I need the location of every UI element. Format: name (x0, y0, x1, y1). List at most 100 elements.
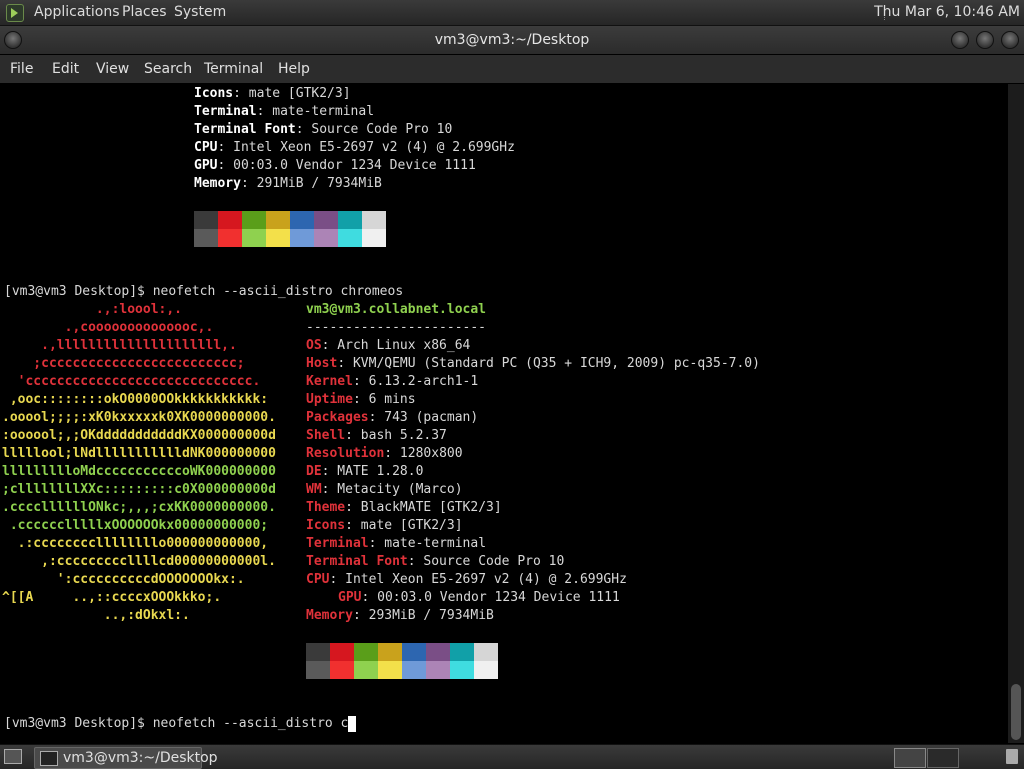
info-key: Resolution (306, 446, 385, 461)
upper-info-row: Terminal: mate-terminal (194, 103, 374, 121)
info-key: CPU (306, 572, 330, 587)
ascii-line: ':ccccccccccdOOOOOOOkx:. (2, 572, 245, 587)
palette-swatch-bright (194, 229, 218, 247)
menu-view[interactable]: View (96, 55, 129, 83)
ascii-line: ,:cccccccccllllcd00000000000l. (2, 554, 276, 569)
info-key: GPU (338, 590, 362, 605)
info-key: Packages (306, 410, 369, 425)
info-key: Theme (306, 500, 346, 515)
upper-info-row: GPU: 00:03.0 Vendor 1234 Device 1111 (194, 157, 476, 175)
ascii-line: :oooool;,;OKdddddddddddKX000000000d (2, 428, 276, 443)
trash-icon[interactable] (1006, 749, 1018, 764)
info-key: Memory (194, 176, 241, 191)
info-value: : mate [GTK2/3] (233, 86, 351, 101)
info-key: Terminal Font (306, 554, 408, 569)
workspace-2[interactable] (927, 748, 959, 768)
bottom-panel: vm3@vm3:~/Desktop (0, 744, 1024, 769)
palette-swatch-dark (354, 643, 378, 661)
command-line-2[interactable]: [vm3@vm3 Desktop]$ neofetch --ascii_dist… (4, 715, 357, 733)
palette-swatch-bright (330, 661, 354, 679)
workspace-1[interactable] (894, 748, 926, 768)
host-line: vm3@vm3.collabnet.local (306, 302, 487, 317)
info-key: Host (306, 356, 338, 371)
info-value: : 00:03.0 Vendor 1234 Device 1111 (217, 158, 476, 173)
menu-edit[interactable]: Edit (52, 55, 79, 83)
system-info-row: Uptime: 6 mins (306, 391, 416, 409)
info-value: : 1280x800 (384, 446, 463, 461)
info-value: : 6 mins (352, 392, 416, 407)
window-titlebar[interactable]: vm3@vm3:~/Desktop (0, 26, 1024, 54)
info-value: : BlackMATE [GTK2/3] (345, 500, 502, 515)
ascii-line: .cccccclllllxOOOOOOkx00000000000; (2, 518, 269, 533)
ascii-line: 'ccccccccccccccccccccccccccccc. (2, 374, 261, 389)
palette-swatch-dark (306, 643, 330, 661)
applications-menu[interactable]: Applications (34, 0, 120, 25)
system-info-row: Memory: 293MiB / 7934MiB (306, 607, 494, 625)
palette-swatch-bright (450, 661, 474, 679)
system-info-row: OS: Arch Linux x86_64 (306, 337, 470, 355)
show-desktop-icon[interactable] (4, 749, 22, 764)
menu-terminal[interactable]: Terminal (204, 55, 263, 83)
system-menu[interactable]: System (174, 0, 226, 25)
system-info-row: Packages: 743 (pacman) (306, 409, 478, 427)
palette-swatch-dark (362, 211, 386, 229)
info-key: Icons (194, 86, 234, 101)
system-info-row: CPU: Intel Xeon E5-2697 v2 (4) @ 2.699GH… (306, 571, 627, 589)
taskbar-terminal-button[interactable]: vm3@vm3:~/Desktop (34, 747, 218, 769)
palette-swatch-dark (450, 643, 474, 661)
terminal-icon (40, 751, 58, 766)
menu-file[interactable]: File (10, 55, 33, 83)
ascii-line: ,ooc::::::::okO0000OOkkkkkkkkkkk: (2, 392, 269, 407)
ascii-line: llllllllloMdcccccccccccoWK000000000 (2, 464, 276, 479)
ascii-line: .,:loool:,. (2, 302, 183, 317)
info-value: : Metacity (Marco) (321, 482, 463, 497)
palette-swatch-bright (362, 229, 386, 247)
menu-help[interactable]: Help (278, 55, 310, 83)
palette-swatch-dark (426, 643, 450, 661)
system-info-row: DE: MATE 1.28.0 (306, 463, 423, 481)
palette-swatch-bright (402, 661, 426, 679)
panel-clock[interactable]: Thu Mar 6, 10:46 AM (874, 0, 1020, 25)
upper-info-row: CPU: Intel Xeon E5-2697 v2 (4) @ 2.699GH… (194, 139, 515, 157)
terminal-output[interactable]: Icons: mate [GTK2/3] Terminal: mate-termi… (0, 84, 1008, 743)
system-info-row: WM: Metacity (Marco) (306, 481, 463, 499)
info-value: : Arch Linux x86_64 (321, 338, 471, 353)
palette-swatch-dark (330, 643, 354, 661)
system-info-row: Terminal: mate-terminal (306, 535, 486, 553)
ascii-line: ;ccccccccccccccccccccccccc; (2, 356, 245, 371)
info-value: : 743 (pacman) (368, 410, 479, 425)
window-title: vm3@vm3:~/Desktop (434, 32, 590, 48)
info-value: : KVM/QEMU (Standard PC (Q35 + ICH9, 200… (337, 356, 760, 371)
menu-search[interactable]: Search (144, 55, 192, 83)
scrollbar-thumb[interactable] (1011, 684, 1021, 740)
palette-swatch-dark (314, 211, 338, 229)
palette-swatch-bright (306, 661, 330, 679)
info-value: : 00:03.0 Vendor 1234 Device 1111 (361, 590, 620, 605)
upper-info-row: Terminal Font: Source Code Pro 10 (194, 121, 452, 139)
ascii-line: .,coooooooooooooc,. (2, 320, 214, 335)
info-key: Terminal Font (194, 122, 296, 137)
system-info-row: Kernel: 6.13.2-arch1-1 (306, 373, 478, 391)
system-info-row: Shell: bash 5.2.37 (306, 427, 447, 445)
info-key: Icons (306, 518, 346, 533)
terminal-scrollbar[interactable] (1008, 84, 1024, 743)
ascii-line: ^[[A ..,::ccccxOOOkkko;. (2, 590, 222, 605)
upper-info-row: Memory: 291MiB / 7934MiB (194, 175, 382, 193)
info-key: DE (306, 464, 322, 479)
ascii-line: .:ccccccccllllllllo000000000000, (2, 536, 269, 551)
minimize-icon[interactable] (951, 31, 969, 49)
text-cursor (348, 715, 357, 732)
applications-logo-icon[interactable] (6, 4, 24, 22)
palette-swatch-bright (242, 229, 266, 247)
palette-swatch-dark (290, 211, 314, 229)
maximize-icon[interactable] (976, 31, 994, 49)
system-info-row: GPU: 00:03.0 Vendor 1234 Device 1111 (338, 589, 620, 607)
close-icon[interactable] (1001, 31, 1019, 49)
palette-swatch-bright (290, 229, 314, 247)
command-line-1: [vm3@vm3 Desktop]$ neofetch --ascii_dist… (4, 284, 404, 299)
system-info-row: Resolution: 1280x800 (306, 445, 463, 463)
palette-swatch-bright (354, 661, 378, 679)
info-value: : mate [GTK2/3] (345, 518, 463, 533)
window-menu-icon[interactable] (4, 31, 22, 49)
places-menu[interactable]: Places (122, 0, 167, 25)
